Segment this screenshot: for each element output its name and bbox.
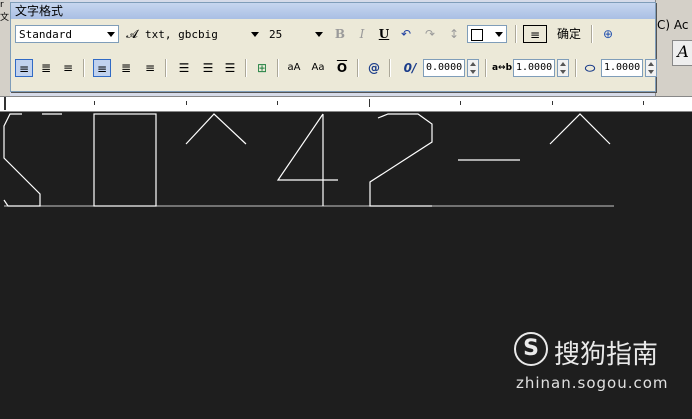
width-factor-spinner[interactable] [645,59,657,77]
ok-button[interactable]: 确定 [557,25,581,43]
ruler-indent-marker[interactable] [4,97,6,110]
chevron-down-icon [251,32,259,37]
drawing-canvas[interactable] [0,110,692,419]
text-formatting-palette: 文字格式 Standard 𝓐 txt, gbcbig 25 B I U ↶ ↷… [10,2,657,92]
align-top-icon[interactable]: ≡ [93,59,111,77]
text-height-dropdown[interactable]: 25 [265,25,327,43]
glyph-s [3,113,41,207]
ruler-tick [643,101,644,105]
letters-list-icon[interactable]: ☰ [221,59,239,77]
font-icon: 𝓐 [126,27,138,41]
sogou-logo-icon: S [514,332,548,366]
palette-title[interactable]: 文字格式 [11,3,655,19]
mtext-content[interactable] [3,113,614,207]
oblique-angle-spinner[interactable] [467,59,479,77]
watermark-url: zhinan.sogou.com [516,374,669,392]
chevron-down-icon [495,32,503,37]
separator [277,59,279,77]
color-swatch-icon [471,29,483,41]
insert-field-icon[interactable]: ⊞ [253,59,271,77]
justify-right-icon[interactable]: ≡ [59,59,77,77]
separator [165,59,167,77]
width-factor-input[interactable]: 1.0000 [601,59,643,77]
font-dropdown[interactable]: txt, gbcbig [141,25,263,43]
bullets-icon[interactable]: ☰ [199,59,217,77]
justify-center-icon[interactable]: ≣ [37,59,55,77]
ruler-tick [369,99,370,107]
chevron-down-icon [107,32,115,37]
separator [357,59,359,77]
tracking-spinner[interactable] [557,59,569,77]
left-menu-strip: r 文 [0,0,10,96]
tracking-input[interactable]: 1.0000 [513,59,555,77]
separator [485,59,487,77]
ruler-tick [186,101,187,105]
style-dropdown[interactable]: Standard [15,25,119,43]
glyph-d [93,113,157,207]
right-menu-text[interactable]: C) Ac [657,18,688,32]
undo-icon[interactable]: ↶ [397,25,415,43]
separator [83,59,85,77]
ruler-tick [277,101,278,105]
justify-left-icon[interactable]: ≡ [15,59,33,77]
align-bottom-icon[interactable]: ≡ [141,59,159,77]
text-style-tool-icon[interactable]: A [672,40,692,66]
text-height-value: 25 [269,28,283,41]
left-menu-text: r 文 [0,0,10,23]
width-factor-icon: ⬭ [584,61,596,75]
glyph-4 [276,113,338,206]
glyph-caret-2 [549,113,611,145]
ruler-tick [460,101,461,105]
watermark-brand: 搜狗指南 [554,340,659,370]
options-icon[interactable]: ⊕ [599,25,617,43]
glyph-2 [369,113,433,207]
align-middle-icon[interactable]: ≣ [117,59,135,77]
underline-button[interactable]: U [375,25,393,43]
numbering-icon[interactable]: ☰ [175,59,193,77]
formatting-row-1: Standard 𝓐 txt, gbcbig 25 B I U ↶ ↷ ↕ ≡ … [11,21,655,47]
lowercase-icon[interactable]: Aa [309,59,327,77]
tracking-icon: a↔b [491,63,513,73]
overline-icon[interactable]: O [333,59,351,77]
color-dropdown[interactable] [467,25,507,43]
separator [245,59,247,77]
formatting-row-2: ≡ ≣ ≡ ≡ ≣ ≡ ☰ ☰ ☰ ⊞ aA Aa O @ 0/ 0.0000 … [11,55,657,81]
separator [575,59,577,77]
chevron-down-icon [315,32,323,37]
style-value: Standard [19,28,72,41]
ruler-tick [94,101,95,105]
separator [389,59,391,77]
glyph-caret-1 [185,113,247,145]
ruler-toggle-icon[interactable]: ≡ [523,25,547,43]
bold-button[interactable]: B [331,25,349,43]
font-value: txt, gbcbig [145,28,218,41]
separator [591,25,593,43]
oblique-angle-icon: 0/ [403,61,417,75]
ruler-tick [552,101,553,105]
oblique-angle-input[interactable]: 0.0000 [423,59,465,77]
redo-icon[interactable]: ↷ [421,25,439,43]
stack-icon[interactable]: ↕ [445,25,463,43]
symbol-icon[interactable]: @ [365,59,383,77]
italic-button[interactable]: I [353,25,371,43]
uppercase-icon[interactable]: aA [285,59,303,77]
separator [515,25,517,43]
